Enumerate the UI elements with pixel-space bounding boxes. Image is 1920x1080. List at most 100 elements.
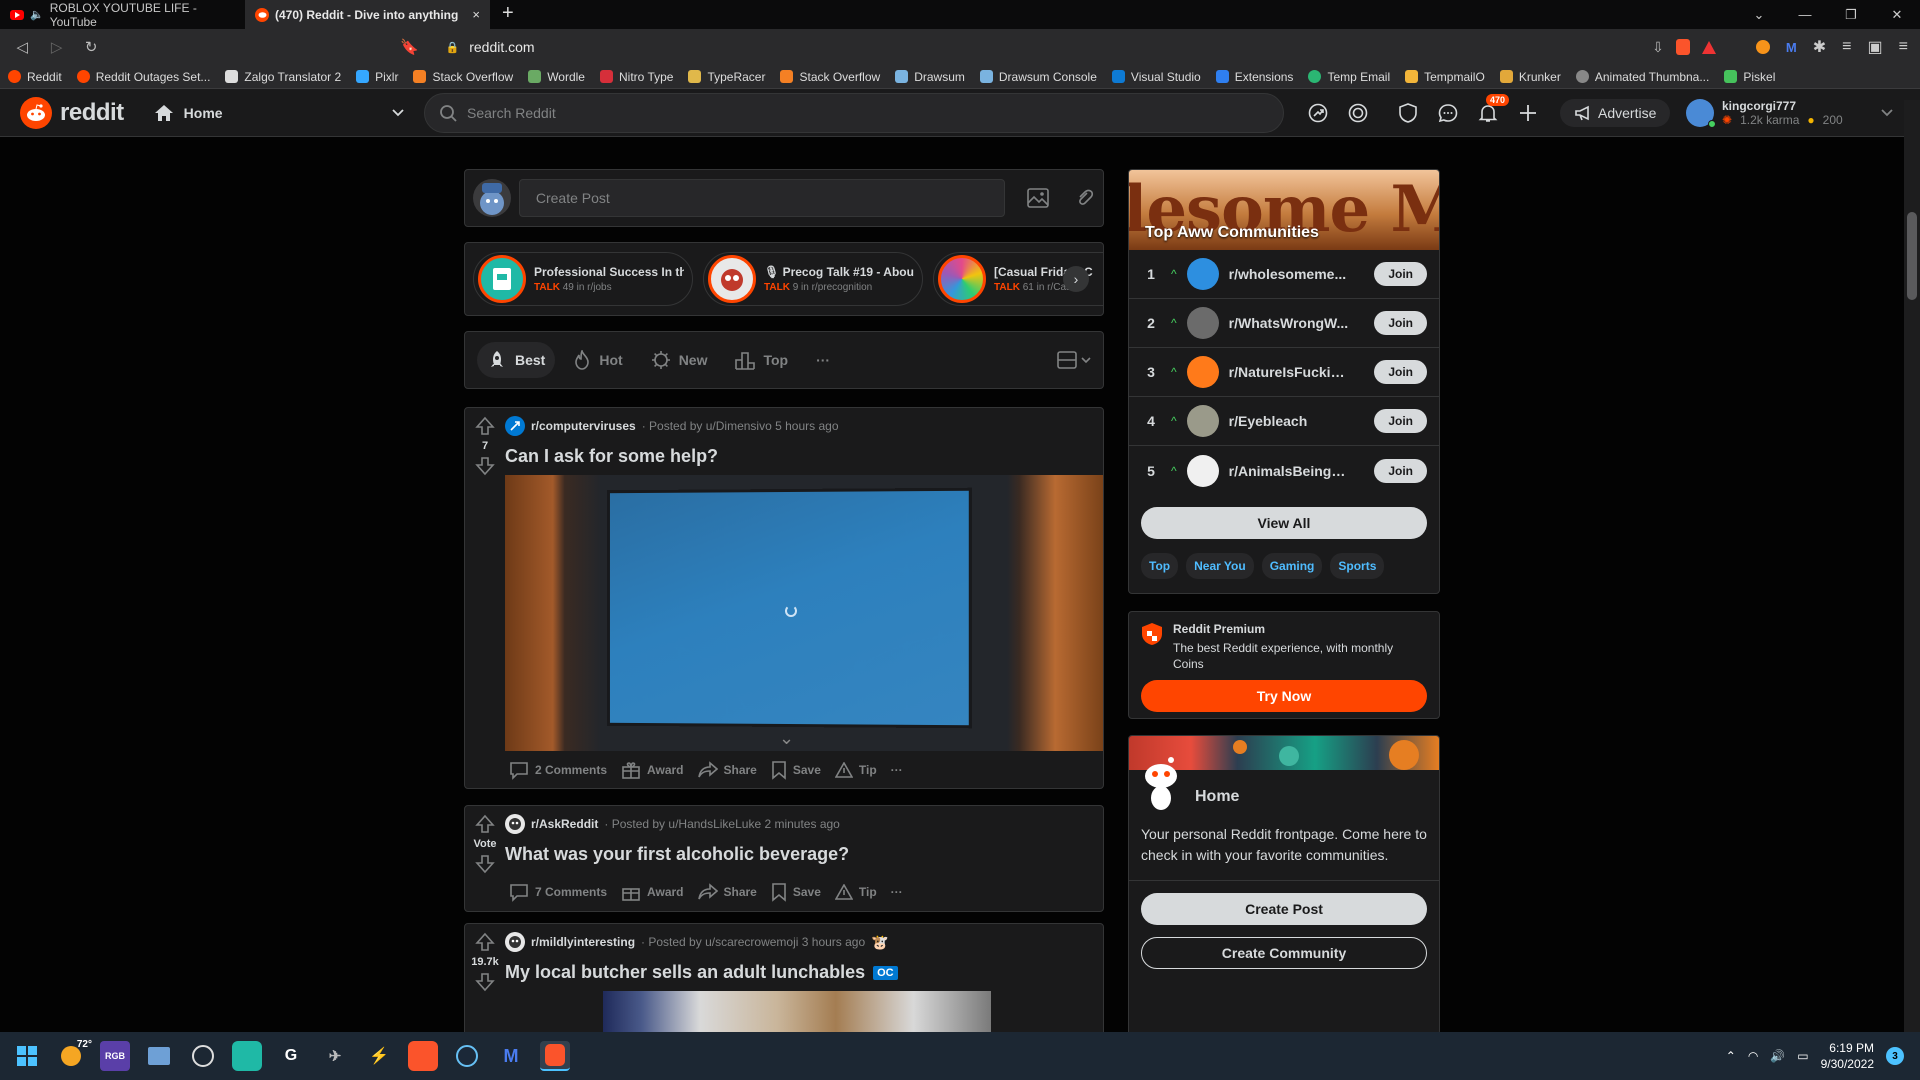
- bookmark-item[interactable]: Wordle: [528, 70, 585, 84]
- bookmark-item[interactable]: Drawsum Console: [979, 70, 1097, 84]
- reddit-logo[interactable]: reddit: [20, 96, 124, 129]
- join-button[interactable]: Join: [1374, 360, 1427, 384]
- post-image[interactable]: [603, 991, 991, 1032]
- home-dropdown[interactable]: Home: [154, 95, 404, 131]
- windows-start-icon[interactable]: [12, 1041, 42, 1071]
- talk-item[interactable]: Professional Success In the TALK 49 in r/…: [473, 252, 693, 306]
- popular-icon[interactable]: [1306, 101, 1330, 125]
- sort-hot[interactable]: Hot: [563, 342, 632, 378]
- bookmark-item[interactable]: Stack Overflow: [780, 70, 880, 84]
- game-controller-icon[interactable]: ✈: [320, 1041, 350, 1071]
- brave-shield-icon[interactable]: [1675, 39, 1690, 55]
- save-button[interactable]: Save: [771, 760, 821, 780]
- post-card[interactable]: 19.7k r/mildlyinteresting · Posted by u/…: [464, 923, 1104, 1032]
- join-button[interactable]: Join: [1374, 262, 1427, 286]
- bookmark-item[interactable]: Temp Email: [1308, 70, 1390, 84]
- minimize-icon[interactable]: —: [1782, 7, 1828, 22]
- community-row[interactable]: 5 ^ r/AnimalsBeingJ... Join: [1129, 446, 1439, 495]
- link-icon[interactable]: [1075, 188, 1095, 208]
- subreddit-link[interactable]: r/AskReddit: [531, 817, 598, 831]
- post-title[interactable]: Can I ask for some help?: [505, 446, 1103, 467]
- photos-icon[interactable]: [144, 1041, 174, 1071]
- subreddit-link[interactable]: r/mildlyinteresting: [531, 935, 635, 949]
- tab-youtube[interactable]: 🔈 ROBLOX YOUTUBE LIFE - YouTube: [0, 0, 245, 29]
- join-button[interactable]: Join: [1374, 311, 1427, 335]
- bookmark-item[interactable]: Zalgo Translator 2: [225, 70, 341, 84]
- bookmark-item[interactable]: Visual Studio: [1111, 70, 1201, 84]
- sort-best[interactable]: Best: [477, 342, 556, 378]
- create-community-button[interactable]: Create Community: [1141, 937, 1427, 969]
- chevron-right-icon[interactable]: ›: [1063, 266, 1089, 292]
- comments-button[interactable]: 2 Comments: [509, 760, 607, 780]
- clock[interactable]: 6:19 PM 9/30/2022: [1821, 1040, 1874, 1072]
- logitech-icon[interactable]: G: [276, 1041, 306, 1071]
- tab-reddit[interactable]: (470) Reddit - Dive into anything ×: [245, 0, 490, 29]
- bookmark-item[interactable]: Piskel: [1724, 70, 1775, 84]
- advertise-button[interactable]: Advertise: [1560, 98, 1671, 127]
- post-image[interactable]: ⌄: [505, 475, 1103, 751]
- upvote-icon[interactable]: [475, 416, 495, 436]
- save-button[interactable]: Save: [771, 882, 821, 902]
- bookmark-item[interactable]: Animated Thumbna...: [1575, 70, 1709, 84]
- image-upload-icon[interactable]: [1027, 188, 1049, 208]
- forward-icon[interactable]: ▷: [46, 38, 66, 56]
- bookmark-item[interactable]: Reddit Outages Set...: [76, 70, 210, 84]
- bookmark-item[interactable]: Reddit: [8, 70, 62, 84]
- restore-icon[interactable]: ❐: [1828, 7, 1874, 23]
- upvote-icon[interactable]: [475, 814, 495, 834]
- playlist-icon[interactable]: ≡: [1842, 38, 1851, 56]
- more-options-button[interactable]: ···: [806, 344, 840, 376]
- join-button[interactable]: Join: [1374, 409, 1427, 433]
- volume-icon[interactable]: 🔊: [1770, 1049, 1785, 1063]
- menu-icon[interactable]: ≡: [1899, 38, 1908, 56]
- post-card[interactable]: 7 r/computerviruses · Posted by u/Dimens…: [464, 407, 1104, 789]
- tag-gaming[interactable]: Gaming: [1261, 553, 1323, 579]
- search-bar[interactable]: Search Reddit: [424, 92, 1284, 133]
- share-button[interactable]: Share: [697, 883, 757, 901]
- bookmark-icon[interactable]: 🔖: [399, 38, 419, 56]
- tag-near-you[interactable]: Near You: [1186, 553, 1254, 579]
- chevron-down-icon[interactable]: ⌄: [779, 728, 794, 749]
- coins-icon[interactable]: [1346, 101, 1370, 125]
- more-options-button[interactable]: ···: [891, 763, 903, 777]
- malwarebytes-icon[interactable]: M: [496, 1041, 526, 1071]
- close-window-icon[interactable]: ✕: [1874, 7, 1920, 23]
- post-card[interactable]: Vote r/AskReddit · Posted by u/HandsLike…: [464, 805, 1104, 912]
- teal-app-icon[interactable]: [232, 1041, 262, 1071]
- weather-icon[interactable]: 72°: [56, 1039, 92, 1071]
- try-now-button[interactable]: Try Now: [1141, 680, 1427, 712]
- url-field[interactable]: 🔒 reddit.com ⇩: [433, 33, 1728, 61]
- view-all-button[interactable]: View All: [1141, 507, 1427, 539]
- battery-icon[interactable]: ▭: [1797, 1049, 1808, 1063]
- tag-sports[interactable]: Sports: [1330, 553, 1385, 579]
- post-title[interactable]: What was your first alcoholic beverage?: [505, 844, 1103, 865]
- scrollbar-thumb[interactable]: [1907, 212, 1917, 300]
- upvote-icon[interactable]: [475, 932, 495, 952]
- community-row[interactable]: 3 ^ r/NatureIsFuckin... Join: [1129, 348, 1439, 397]
- obs-icon[interactable]: [188, 1041, 218, 1071]
- speaker-icon[interactable]: 🔈: [30, 8, 44, 21]
- chat-icon[interactable]: [1436, 101, 1460, 125]
- bookmark-item[interactable]: Krunker: [1499, 70, 1561, 84]
- community-row[interactable]: 1 ^ r/wholesomeme... Join: [1129, 250, 1439, 299]
- extension-orange-icon[interactable]: [1755, 40, 1770, 54]
- notification-badge[interactable]: 3: [1886, 1047, 1904, 1065]
- reload-icon[interactable]: ↻: [81, 38, 101, 56]
- close-icon[interactable]: ×: [472, 7, 480, 22]
- puzzle-icon[interactable]: ✱: [1813, 37, 1826, 57]
- downvote-icon[interactable]: [475, 972, 495, 992]
- bookmark-item[interactable]: Extensions: [1215, 70, 1293, 84]
- wallet-icon[interactable]: ▣: [1868, 37, 1883, 57]
- more-options-button[interactable]: ···: [891, 885, 903, 899]
- steam-icon[interactable]: [452, 1041, 482, 1071]
- community-row[interactable]: 4 ^ r/Eyebleach Join: [1129, 397, 1439, 446]
- brave-rewards-icon[interactable]: [1701, 40, 1716, 54]
- talk-item[interactable]: 🎙 Precog Talk #19 - About TALK 9 in r/pre…: [703, 252, 923, 306]
- bookmark-item[interactable]: TempmailO: [1405, 70, 1485, 84]
- award-button[interactable]: Award: [621, 882, 684, 902]
- brave-taskbar-icon[interactable]: [408, 1041, 438, 1071]
- share-button[interactable]: Share: [697, 761, 757, 779]
- back-icon[interactable]: ◁: [12, 38, 32, 56]
- layout-selector[interactable]: [1057, 351, 1091, 369]
- bookmark-item[interactable]: Nitro Type: [599, 70, 673, 84]
